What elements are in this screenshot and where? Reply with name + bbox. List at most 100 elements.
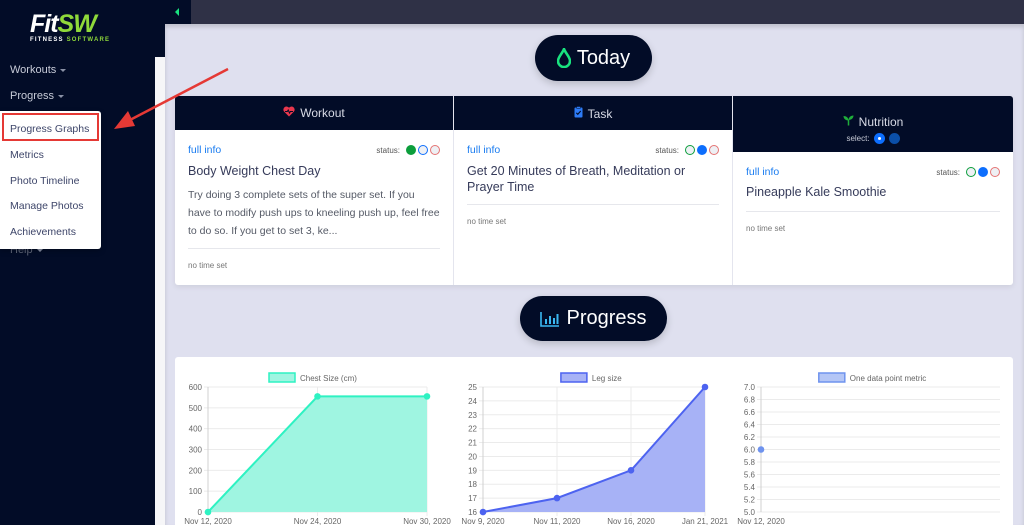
y-tick-label: 300 <box>189 446 203 455</box>
y-tick-label: 500 <box>189 404 203 413</box>
card-header: Workout <box>175 96 453 130</box>
legend-swatch <box>268 372 296 383</box>
x-tick-label: Jan 21, 2021 <box>682 517 729 525</box>
y-tick-label: 600 <box>189 383 203 392</box>
fitsw-logo[interactable]: FitSW FITNESS SOFTWARE <box>30 10 130 44</box>
status-complete-dot[interactable] <box>966 167 976 177</box>
chart-svg: Chest Size (cm) 0 100 200 300 400 500 600 Nov 12… <box>184 372 451 525</box>
task-card: Task full info status: Get 20 Minutes of… <box>454 96 733 285</box>
collapse-sidebar-button[interactable] <box>165 0 191 24</box>
y-tick-label: 6.8 <box>744 396 756 405</box>
card-time: no time set <box>467 217 507 226</box>
y-tick-label: 22 <box>468 425 477 434</box>
y-tick-label: 0 <box>198 508 203 517</box>
full-info-link[interactable]: full info <box>746 166 779 178</box>
status-skipped-dot[interactable] <box>430 145 440 155</box>
card-header: Task <box>454 96 732 130</box>
logo-sub-text: FITNESS <box>30 37 67 43</box>
select-label: select: <box>846 133 870 143</box>
y-tick-label: 5.0 <box>744 508 756 517</box>
sidebar-item-workouts[interactable]: Workouts <box>10 64 67 76</box>
menu-item-achievements[interactable]: Achievements <box>10 226 76 238</box>
data-point <box>204 508 212 516</box>
chest-size-chart: Chest Size (cm) 0 100 200 300 400 500 600 Nov 12… <box>175 357 451 525</box>
legend-swatch <box>818 372 846 383</box>
menu-item-manage-photos[interactable]: Manage Photos <box>10 200 84 212</box>
y-tick-label: 5.4 <box>744 483 756 492</box>
today-cards: Workout full info status: Body Weight Ch… <box>175 96 1013 285</box>
sidebar-item-label: Progress <box>10 90 55 102</box>
y-tick-label: 6.6 <box>744 408 756 417</box>
divider <box>188 248 440 249</box>
status-complete-dot[interactable] <box>406 145 416 155</box>
y-tick-label: 21 <box>468 439 477 448</box>
x-tick-label: Nov 12, 2020 <box>737 517 785 525</box>
y-tick-label: 25 <box>468 383 477 392</box>
menu-item-metrics[interactable]: Metrics <box>10 149 44 161</box>
divider <box>467 204 719 205</box>
top-bar <box>165 0 1024 24</box>
card-header-label: Task <box>587 106 613 121</box>
progress-charts: Chest Size (cm) 0 100 200 300 400 500 600 Nov 12… <box>175 357 1013 525</box>
y-tick-label: 6.4 <box>744 421 756 430</box>
card-header-label: Nutrition <box>858 114 904 129</box>
series-area <box>483 387 705 512</box>
caret-left-icon <box>175 8 179 16</box>
card-title: Body Weight Chest Day <box>188 164 321 178</box>
status-label: status: <box>936 167 960 177</box>
y-tick-label: 5.6 <box>744 471 756 480</box>
progress-dropdown-menu: Progress Graphs Metrics Photo Timeline M… <box>0 111 101 249</box>
seedling-icon <box>843 115 854 129</box>
progress-heading: Progress <box>520 296 667 341</box>
meal-option-1-radio[interactable] <box>873 132 885 144</box>
progress-title: Progress <box>566 307 647 329</box>
x-tick-label: Nov 16, 2020 <box>607 517 655 525</box>
y-tick-label: 400 <box>189 425 203 434</box>
status-pending-dot[interactable] <box>697 145 707 155</box>
full-info-link[interactable]: full info <box>188 144 221 156</box>
y-tick-label: 20 <box>468 452 477 461</box>
y-tick-label: 23 <box>468 411 477 420</box>
legend-label: Leg size <box>592 374 622 383</box>
heartbeat-icon <box>283 106 295 120</box>
meal-option-2-radio[interactable] <box>888 132 900 144</box>
menu-item-photo-timeline[interactable]: Photo Timeline <box>10 175 79 187</box>
logo-accent-text: SW <box>57 10 97 38</box>
caret-down-icon <box>36 248 43 252</box>
status-pending-dot[interactable] <box>418 145 428 155</box>
status-pending-dot[interactable] <box>978 167 988 177</box>
card-title: Pineapple Kale Smoothie <box>746 185 887 199</box>
status-label: status: <box>655 145 679 155</box>
menu-item-progress-graphs[interactable]: Progress Graphs <box>10 123 89 135</box>
card-body: full info status: Pineapple Kale Smoothi… <box>746 166 1000 276</box>
series-area <box>208 396 427 512</box>
status-complete-dot[interactable] <box>685 145 695 155</box>
one-data-point-chart: One data point metric 5.0 5.2 5.4 5.6 5.8 6.0 6… <box>730 357 1013 525</box>
full-info-link[interactable]: full info <box>467 144 500 156</box>
sidebar-inner-strip <box>155 57 165 525</box>
chart-svg: One data point metric 5.0 5.2 5.4 5.6 5.8 6.0 6… <box>737 372 1000 525</box>
y-tick-label: 200 <box>189 466 203 475</box>
y-tick-label: 17 <box>468 494 477 503</box>
caret-down-icon <box>58 94 65 98</box>
y-tick-label: 5.8 <box>744 458 756 467</box>
nutrition-card: Nutrition select: full info status: Pine… <box>733 96 1013 285</box>
data-point <box>757 446 765 453</box>
y-tick-label: 7.0 <box>744 383 756 392</box>
logo-sub-accent-text: SOFTWARE <box>66 37 111 43</box>
sidebar: FitSW FITNESS SOFTWARE Workouts Progress… <box>0 0 155 525</box>
card-header-label: Workout <box>300 106 345 120</box>
y-tick-label: 5.2 <box>744 496 756 505</box>
bar-chart-icon <box>540 311 560 327</box>
x-tick-label: Nov 30, 2020 <box>403 517 451 525</box>
status-skipped-dot[interactable] <box>709 145 719 155</box>
status-selector: status: <box>936 167 1000 177</box>
chart-svg: Leg size 16 17 18 19 20 21 22 23 24 25 Nov 9, 2020 N… <box>461 372 729 525</box>
sidebar-item-label: Workouts <box>10 64 57 76</box>
status-selector: status: <box>655 145 719 155</box>
status-skipped-dot[interactable] <box>990 167 1000 177</box>
sidebar-item-progress[interactable]: Progress <box>10 90 65 102</box>
legend-label: Chest Size (cm) <box>300 374 357 383</box>
meal-option-selector: select: <box>846 132 900 144</box>
x-tick-label: Nov 9, 2020 <box>461 517 505 525</box>
